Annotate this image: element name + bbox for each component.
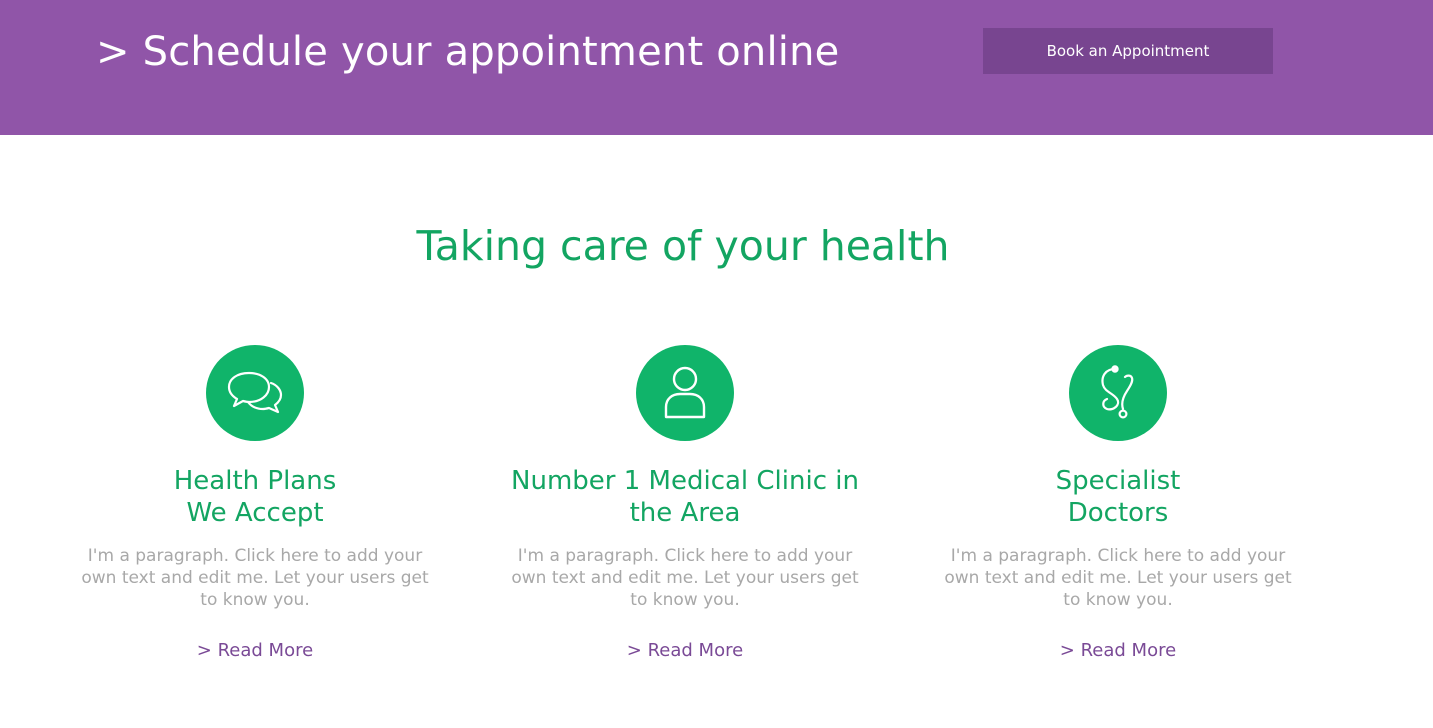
feature-paragraph: I'm a paragraph. Click here to add your … — [511, 546, 859, 610]
feature-title: Specialist Doctors — [928, 465, 1308, 529]
feature-title: Health Plans We Accept — [65, 465, 445, 529]
read-more-link[interactable]: > Read More — [197, 639, 313, 663]
feature-title-line: Specialist — [1055, 466, 1181, 496]
feature-title-line: the Area — [629, 498, 741, 528]
feature-title-line: Health Plans — [173, 466, 337, 496]
chat-bubbles-icon — [206, 345, 304, 441]
stethoscope-icon — [1069, 345, 1167, 441]
read-more-link[interactable]: > Read More — [1060, 639, 1176, 663]
feature-title: Number 1 Medical Clinic in the Area — [495, 465, 875, 529]
feature-specialist-doctors: Specialist Doctors I'm a paragraph. Clic… — [928, 345, 1308, 663]
feature-paragraph: I'm a paragraph. Click here to add your … — [81, 546, 429, 610]
feature-medical-clinic: Number 1 Medical Clinic in the Area I'm … — [495, 345, 875, 663]
feature-paragraph: I'm a paragraph. Click here to add your … — [944, 546, 1292, 610]
feature-title-line: We Accept — [186, 498, 324, 528]
book-appointment-button[interactable]: Book an Appointment — [983, 28, 1273, 74]
feature-title-line: Doctors — [1067, 498, 1169, 528]
read-more-link[interactable]: > Read More — [627, 639, 743, 663]
person-icon — [636, 345, 734, 441]
feature-title-line: Number 1 Medical Clinic in — [511, 466, 859, 496]
appointment-banner: > Schedule your appointment online Book … — [0, 0, 1433, 135]
banner-title: > Schedule your appointment online — [96, 29, 840, 75]
feature-health-plans: Health Plans We Accept I'm a paragraph. … — [65, 345, 445, 663]
section-title: Taking care of your health — [416, 222, 950, 270]
